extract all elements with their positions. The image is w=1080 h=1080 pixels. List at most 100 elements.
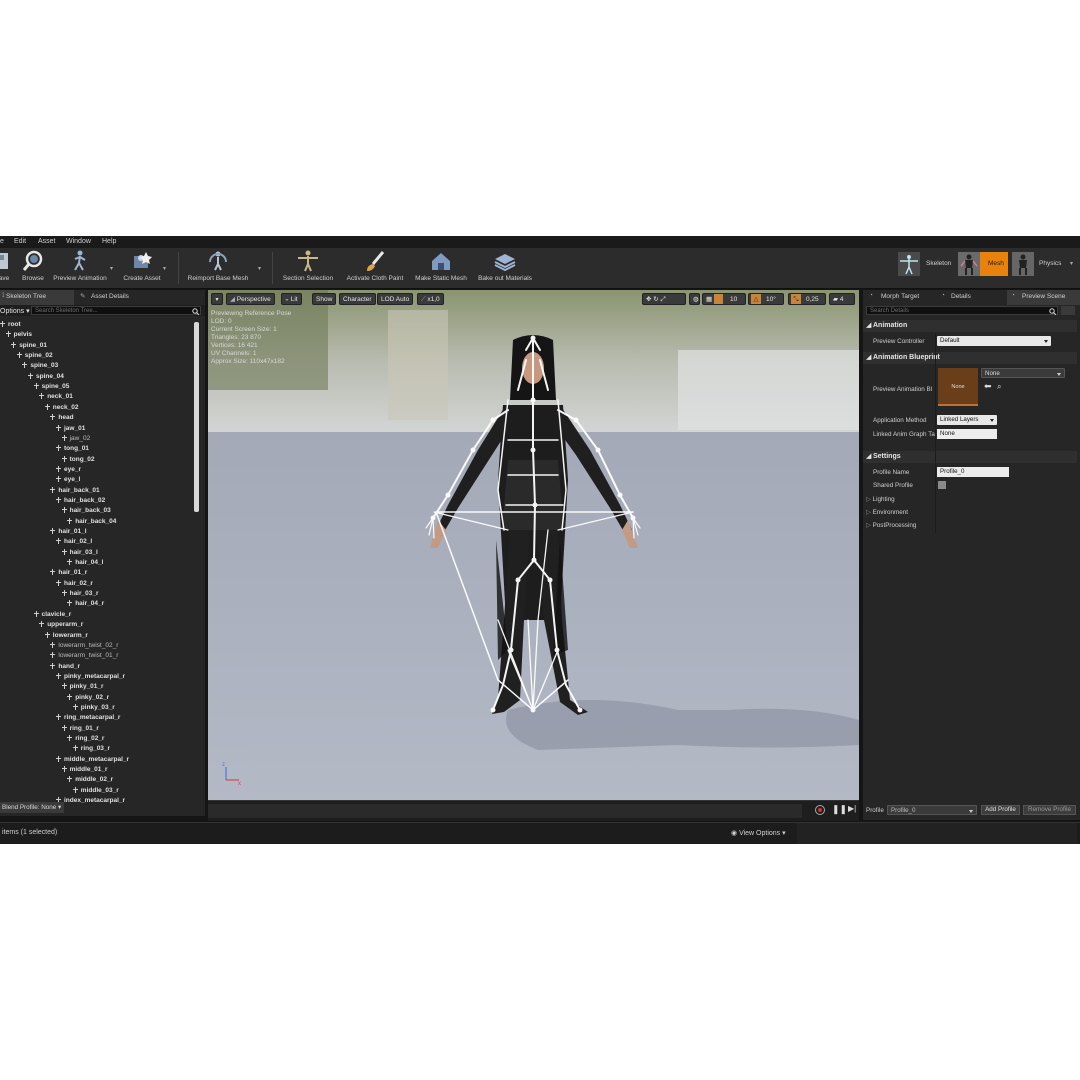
browse-button[interactable]: Browse [20,250,46,286]
bone-tree-row[interactable]: pelvis [5,330,32,340]
bone-tree-row[interactable]: middle_01_r [61,765,108,775]
bone-tree-row[interactable]: spine_02 [16,351,53,361]
bone-tree-row[interactable]: clavicle_r [33,610,71,620]
bone-tree-row[interactable]: pinky_metacarpal_r [55,672,125,682]
tab-preview-scene[interactable]: ◔ Preview Scene [1007,290,1080,305]
tab-asset-details[interactable]: ✎ Asset Details [78,290,148,305]
transform-tools-group[interactable]: ✥ ↻ ⤢ [642,293,686,305]
bone-tree-row[interactable]: root [0,320,21,330]
lighting-subsection[interactable]: ▷ Lighting [866,496,895,503]
animation-blueprint-section-header[interactable]: ◢ Animation Blueprint [863,352,1077,364]
bone-tree-row[interactable]: hair_04_l [66,558,103,568]
postprocessing-subsection[interactable]: ▷ PostProcessing [866,522,916,529]
mode-physics[interactable]: Physics ▾ [1012,252,1080,276]
tree-scrollbar[interactable] [194,322,199,512]
bone-tree-row[interactable]: hair_01_r [49,568,87,578]
add-profile-button[interactable]: Add Profile [981,805,1020,815]
bone-tree-row[interactable]: pinky_01_r [61,682,104,692]
perspective-button[interactable]: ◢ Perspective [226,293,275,305]
bone-tree-row[interactable]: ring_02_r [66,734,104,744]
bone-tree-row[interactable]: hair_03_r [61,589,99,599]
grid-snap-button[interactable]: ▦ 10 [702,293,746,305]
lod-auto-button[interactable]: LOD Auto [377,293,414,305]
preview-controller-dropdown[interactable]: Default [937,336,1051,346]
viewport-menu-button[interactable]: ▾ [211,293,223,305]
bone-tree-row[interactable]: spine_01 [10,341,47,351]
menu-window[interactable]: Window [66,238,91,245]
bone-tree-row[interactable]: hand_r [49,662,80,672]
view-options-grid-icon[interactable] [1061,306,1075,315]
tab-morph-target[interactable]: ◔ Morph Target [865,290,935,305]
rotation-snap-button[interactable]: △ 10° [748,293,784,305]
bone-tree-row[interactable]: middle_03_r [72,786,119,796]
bone-tree-row[interactable]: hair_01_l [49,527,87,537]
tab-details[interactable]: ◔ Details [937,290,1007,305]
bone-tree-row[interactable]: jaw_02 [61,434,90,444]
bone-tree-row[interactable]: neck_01 [38,392,73,402]
linked-anim-graph-field[interactable]: None [937,429,997,439]
bone-tree-row[interactable]: hair_back_01 [49,486,100,496]
bone-tree-row[interactable]: eye_l [55,475,80,485]
menu-file[interactable]: e [0,238,4,245]
bone-tree-row[interactable]: lowerarm_twist_01_r [49,651,118,661]
bone-tree-row[interactable]: middle_02_r [66,775,113,785]
animation-section-header[interactable]: ◢ Animation [863,320,1077,332]
bone-tree-row[interactable]: hair_04_r [66,599,104,609]
pause-button[interactable]: ❚❚ [832,804,847,815]
step-forward-button[interactable]: ▶| [848,804,856,813]
lit-button[interactable]: ◒ Lit [281,293,302,305]
create-asset-dropdown-icon[interactable]: ▾ [163,265,166,272]
bone-tree-row[interactable]: tong_01 [55,444,89,454]
bone-tree-row[interactable]: ring_metacarpal_r [55,713,120,723]
bone-tree-row[interactable]: lowerarm_twist_02_r [49,641,118,651]
profile-dropdown[interactable]: Profile_0 [887,805,977,815]
reimport-dropdown-icon[interactable]: ▾ [258,265,261,272]
shared-profile-checkbox[interactable] [938,481,946,489]
bone-tree-row[interactable]: tong_02 [61,455,95,465]
bone-tree-row[interactable]: hair_back_02 [55,496,105,506]
remove-profile-button[interactable]: Remove Profile [1023,805,1076,815]
camera-speed-button[interactable]: ▰ 4 [829,293,855,305]
bone-tree-row[interactable]: pinky_02_r [66,693,109,703]
profile-name-field[interactable]: Profile_0 [937,467,1009,477]
preview-animation-dropdown-icon[interactable]: ▾ [110,265,113,272]
skeleton-search-input[interactable]: Search Skeleton Tree... [31,306,201,315]
bone-tree-row[interactable]: lowerarm_r [44,631,88,641]
bone-tree-row[interactable]: head [49,413,74,423]
section-selection-button[interactable]: Section Selection [280,250,336,286]
environment-subsection[interactable]: ▷ Environment [866,509,908,516]
view-options-button[interactable]: ◉ View Options ▾ [731,829,786,837]
bone-tree-row[interactable]: hair_back_04 [66,517,116,527]
scale-snap-button[interactable]: ⤡ 0,25 [788,293,826,305]
options-dropdown[interactable]: Options ▾ [0,307,30,315]
record-button[interactable] [815,805,825,815]
show-button[interactable]: Show [312,293,337,305]
world-local-toggle[interactable]: ◍ [689,293,700,305]
bone-tree-row[interactable]: neck_02 [44,403,78,413]
menu-asset[interactable]: Asset [38,238,56,245]
bone-tree-row[interactable]: spine_03 [21,361,58,371]
bone-tree-row[interactable]: hair_back_03 [61,506,111,516]
bone-tree-row[interactable]: hair_02_r [55,579,93,589]
mode-mesh[interactable]: Mesh [958,252,1008,276]
use-selected-asset-icon[interactable]: ⬅ [984,381,992,392]
bone-tree-row[interactable]: ring_03_r [72,744,110,754]
bake-out-materials-button[interactable]: Bake out Materials [474,250,536,286]
bone-tree-row[interactable]: upperarm_r [38,620,83,630]
mode-skeleton[interactable]: Skeleton [898,252,956,276]
character-button[interactable]: Character [339,293,376,305]
make-static-mesh-button[interactable]: Make Static Mesh [412,250,470,286]
bone-tree-row[interactable]: index_metacarpal_r [55,796,125,804]
bone-tree-row[interactable]: pinky_03_r [72,703,115,713]
mode-dropdown-icon[interactable]: ▾ [1070,260,1073,267]
playback-speed-button[interactable]: ⟋ x1,0 [417,293,444,305]
bone-tree-row[interactable]: eye_r [55,465,81,475]
bone-tree-row[interactable]: hair_02_l [55,537,92,547]
bone-tree-row[interactable]: hair_03_l [61,548,98,558]
settings-section-header[interactable]: ◢ Settings [863,451,1077,463]
timeline-track[interactable] [208,804,802,818]
application-method-dropdown[interactable]: Linked Layers [937,415,997,425]
tab-skeleton-tree[interactable]: ⟟ Skeleton Tree [0,290,74,305]
preview-anim-blueprint-dropdown[interactable]: None [981,368,1065,378]
reimport-base-mesh-button[interactable]: Reimport Base Mesh [184,250,252,286]
